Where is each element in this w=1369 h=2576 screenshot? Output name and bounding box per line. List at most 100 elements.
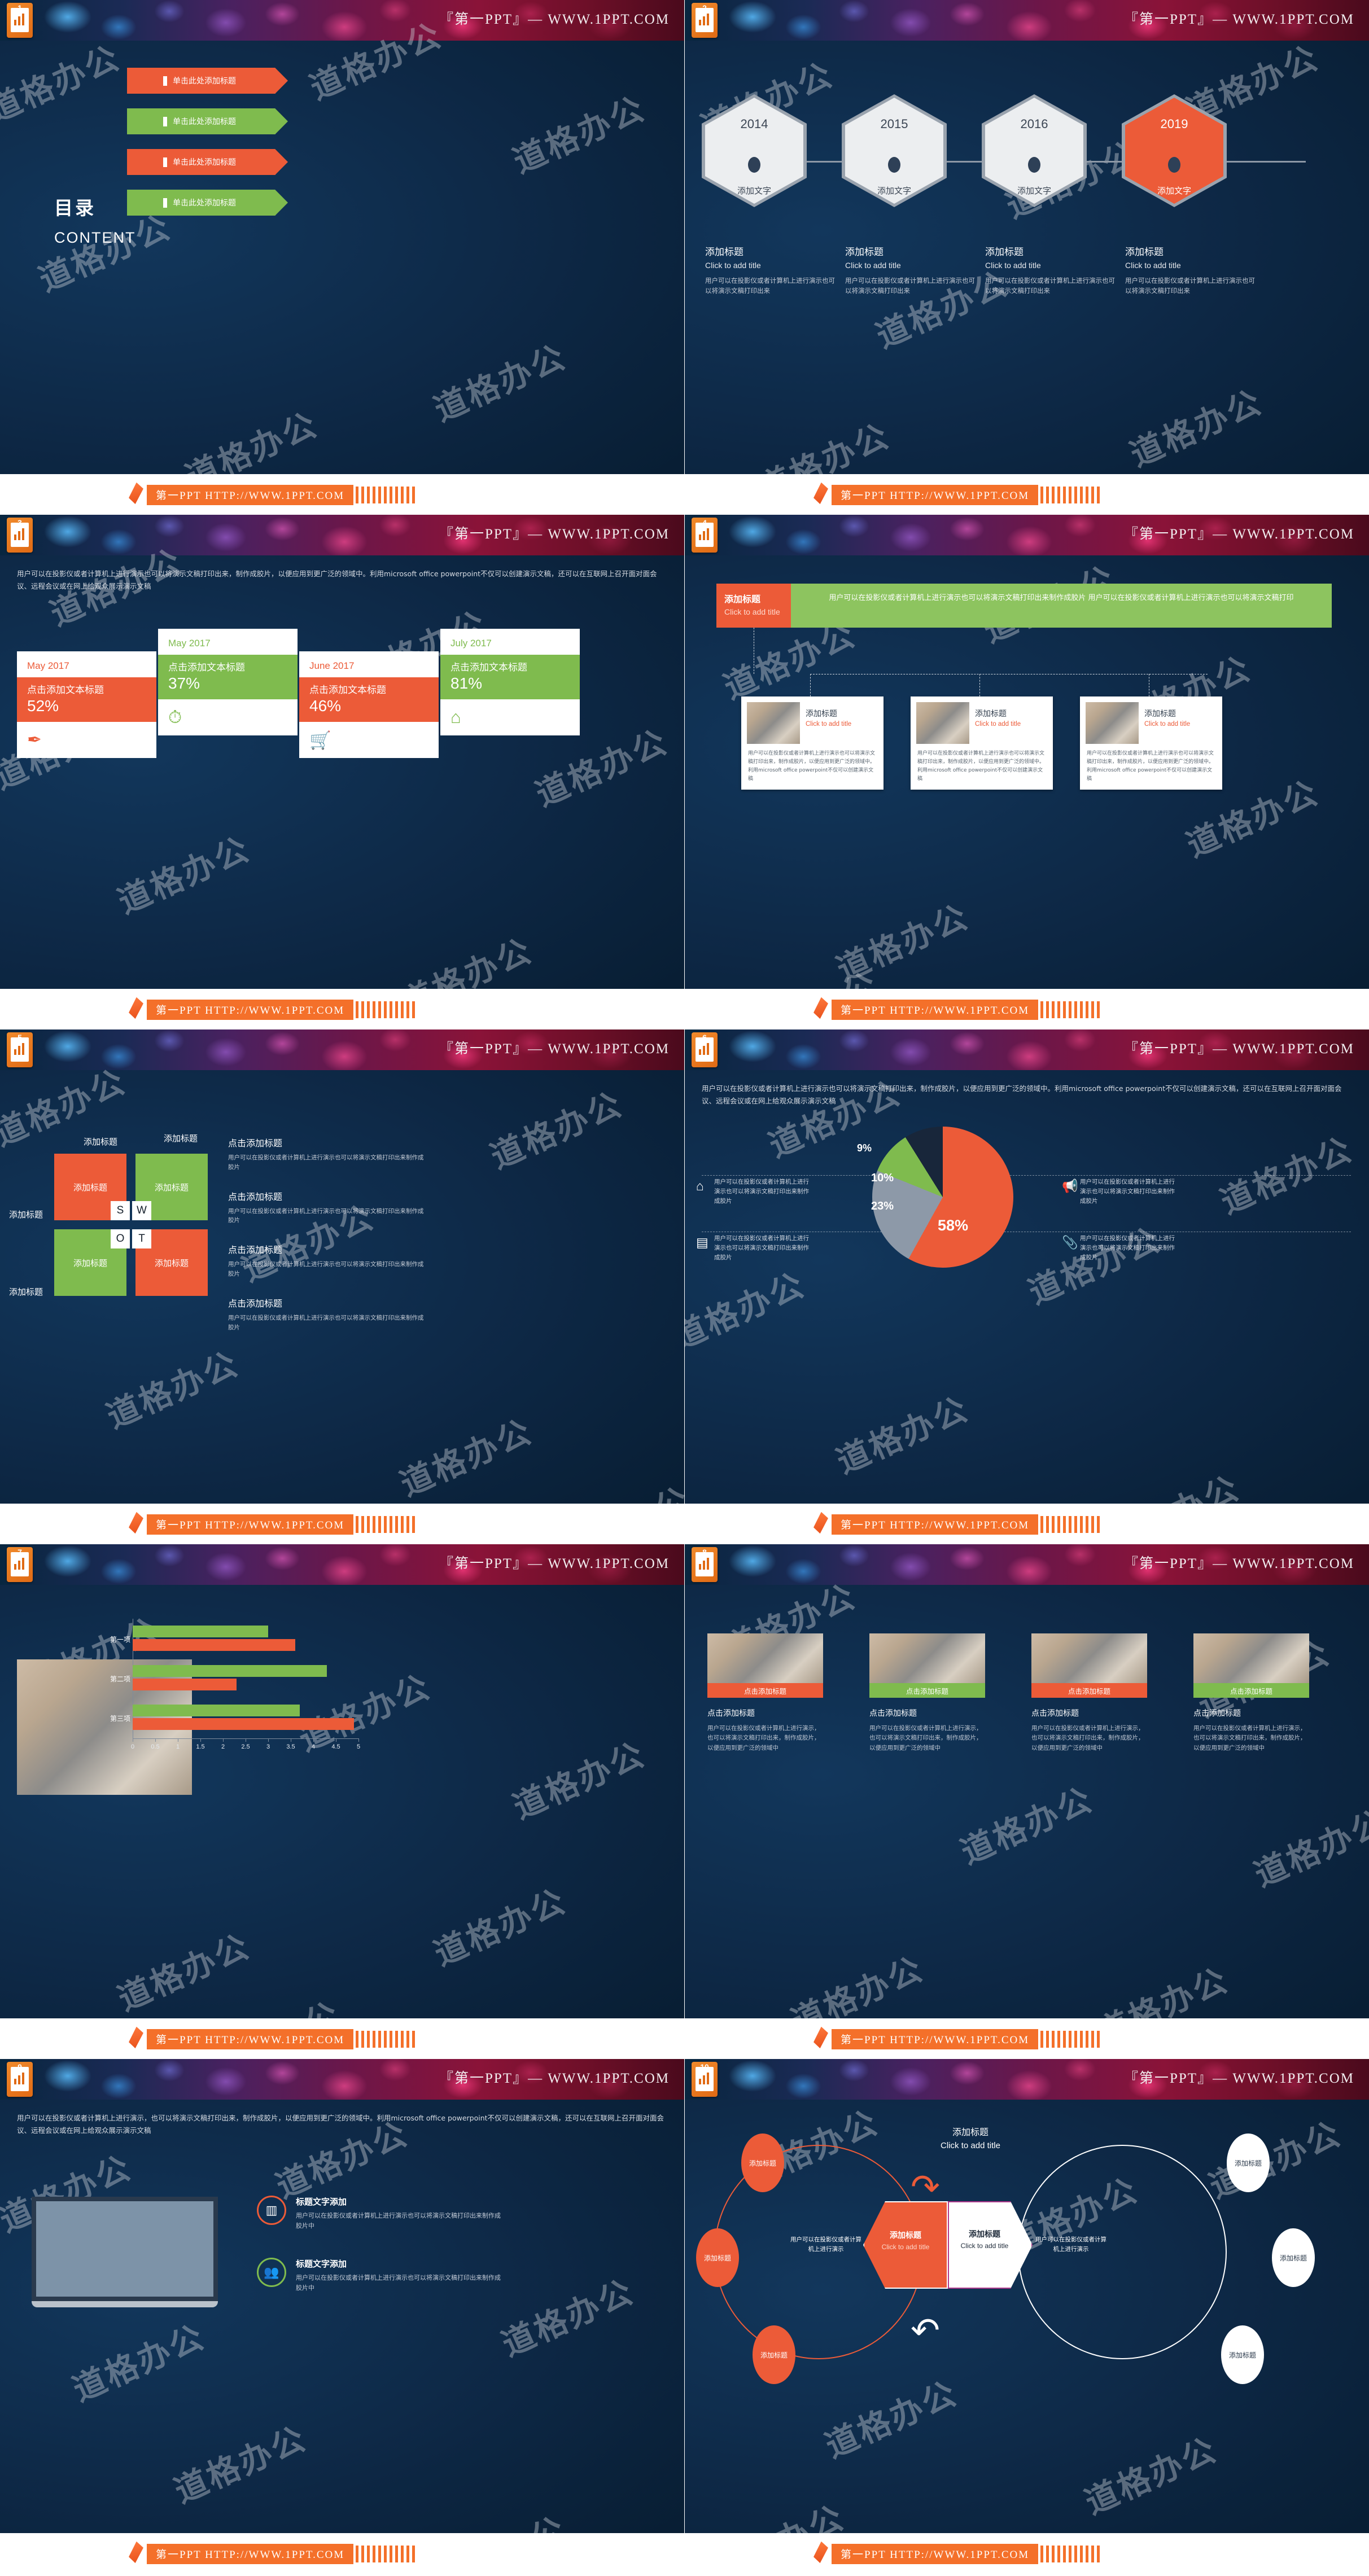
toc-item-3[interactable]: 单击此处添加标题 <box>127 149 288 175</box>
slide-7[interactable]: 『第一PPT』— WWW.1PPT.COM 7 道格办公 道格办公 道格办公 道格办公… <box>0 1544 684 2059</box>
x-tick <box>155 1738 156 1742</box>
timeline-column-4: 添加标题 Click to add title 用户可以在投影仪或者计算机上进行… <box>1125 244 1255 296</box>
photo-card-1[interactable]: 点击添加标题 点击添加标题 用户可以在投影仪或者计算机上进行演示，也可以将演示文… <box>707 1633 823 1753</box>
column-subtitle: Click to add title <box>1125 261 1181 270</box>
swot-list-item-1[interactable]: 点击添加标题 用户可以在投影仪或者计算机上进行演示也可以将演示文稿打印出来制作成… <box>228 1136 426 1172</box>
footer-url[interactable]: 第一PPT HTTP://WWW.1PPT.COM <box>147 1514 354 1535</box>
toc-item-4[interactable]: 单击此处添加标题 <box>127 190 288 216</box>
list-body: 用户可以在投影仪或者计算机上进行演示也可以将演示文稿打印出来制作成胶片 <box>228 1207 424 1224</box>
footer-url[interactable]: 第一PPT HTTP://WWW.1PPT.COM <box>832 2029 1039 2049</box>
timeline-hex-1[interactable]: 2014 添加文字 <box>702 94 807 207</box>
slide-10[interactable]: 『第一PPT』— WWW.1PPT.COM 10 道格办公 道格办公 道格办公 道格办… <box>685 2059 1369 2574</box>
x-tick-label: 2 <box>221 1743 225 1750</box>
photo-card-2[interactable]: 点击添加标题 点击添加标题 用户可以在投影仪或者计算机上进行演示，也可以将演示文… <box>869 1633 985 1753</box>
column-subtitle: Click to add title <box>985 261 1041 270</box>
slide-9[interactable]: 『第一PPT』— WWW.1PPT.COM 9 道格办公 道格办公 道格办公 道格办公… <box>0 2059 684 2574</box>
swot-list-item-2[interactable]: 点击添加标题 用户可以在投影仪或者计算机上进行演示也可以将演示文稿打印出来制作成… <box>228 1189 426 1226</box>
toc-heading: 目录 CONTENT <box>54 193 136 247</box>
left-oval-3[interactable]: 添加标题 <box>753 2325 795 2384</box>
footer-stripes <box>356 1516 418 1533</box>
ppt-file-icon: 5 <box>7 1032 33 1067</box>
feature-item-2[interactable]: 👥 标题文字添加 用户可以在投影仪或者计算机上进行演示也可以将演示文稿打印出来制… <box>257 2258 505 2293</box>
slide-5[interactable]: 『第一PPT』— WWW.1PPT.COM 5 道格办公 道格办公 道格办公 道格办公… <box>0 1029 684 1544</box>
slide-intro-text: 用户可以在投影仪或者计算机上进行演示也可以将演示文稿打印出来，制作成胶片，以便应… <box>17 569 657 590</box>
list-body: 用户可以在投影仪或者计算机上进行演示也可以将演示文稿打印出来制作成胶片 <box>228 1261 424 1277</box>
footer-url[interactable]: 第一PPT HTTP://WWW.1PPT.COM <box>832 2544 1039 2564</box>
footer-url[interactable]: 第一PPT HTTP://WWW.1PPT.COM <box>832 1514 1039 1535</box>
bar-category-label: 第一项 <box>110 1636 130 1644</box>
photo-card-3[interactable]: 点击添加标题 点击添加标题 用户可以在投影仪或者计算机上进行演示，也可以将演示文… <box>1031 1633 1147 1753</box>
org-node-2[interactable]: 添加标题 Click to add title 用户可以在投影仪或者计算机上进行… <box>911 696 1053 790</box>
stat-card-4[interactable]: July 2017 点击添加文本标题 81% ⌂ <box>440 629 580 735</box>
feature-body: 用户可以在投影仪或者计算机上进行演示也可以将演示文稿打印出来制作成胶片中 <box>296 2274 501 2292</box>
right-oval-3[interactable]: 添加标题 <box>1221 2325 1264 2384</box>
slide-body: 道格办公道格办公道格办公道格办公道格办公道格办公 添加标题 Click to a… <box>685 555 1369 1029</box>
card-percent: 81% <box>450 674 483 692</box>
footer-stripes <box>1040 487 1103 503</box>
right-oval-2[interactable]: 添加标题 <box>1272 2228 1315 2287</box>
watermark: 道格办公 <box>955 1780 1099 1872</box>
slide-4[interactable]: 『第一PPT』— WWW.1PPT.COM 4 道格办公 道格办公 道格办公 道格办公… <box>685 515 1369 1029</box>
org-node-3[interactable]: 添加标题 Click to add title 用户可以在投影仪或者计算机上进行… <box>1080 696 1222 790</box>
ppt-file-icon: 3 <box>7 518 33 553</box>
footer-url[interactable]: 第一PPT HTTP://WWW.1PPT.COM <box>147 2029 354 2049</box>
left-side-text: 用户可以在投影仪或者计算机上进行演示 <box>790 2236 861 2253</box>
feature-title: 标题文字添加 <box>296 2197 347 2207</box>
card-body: 用户可以在投影仪或者计算机上进行演示，也可以将演示文稿打印出来，制作成胶片，以便… <box>707 1725 820 1751</box>
timeline-hex-2[interactable]: 2015 添加文字 <box>842 94 947 207</box>
pencil-icon <box>812 1511 829 1535</box>
photo-card-4[interactable]: 点击添加标题 点击添加标题 用户可以在投影仪或者计算机上进行演示，也可以将演示文… <box>1193 1633 1309 1753</box>
toc-item-2[interactable]: 单击此处添加标题 <box>127 108 288 134</box>
watermark: 道格办公 <box>1203 2114 1348 2206</box>
banner-title: 『第一PPT』— WWW.1PPT.COM <box>1123 527 1354 542</box>
bar-第三项-series2 <box>133 1718 354 1730</box>
bullet-icon <box>163 116 167 126</box>
footer-url[interactable]: 第一PPT HTTP://WWW.1PPT.COM <box>147 2544 354 2564</box>
x-tick-label: 3 <box>266 1743 270 1750</box>
cycle-title: 添加标题 <box>952 2127 989 2137</box>
left-oval-1[interactable]: 添加标题 <box>741 2133 784 2192</box>
slide-2[interactable]: 『第一PPT』— WWW.1PPT.COM 2 道格办公 道格办公 道格办公 道格办公… <box>685 0 1369 515</box>
side-icon-2: ▤ <box>696 1235 708 1250</box>
timeline-hex-3[interactable]: 2016 添加文字 <box>982 94 1087 207</box>
swot-top-label-1: 添加标题 <box>84 1137 118 1147</box>
left-oval-2[interactable]: 添加标题 <box>696 2228 739 2287</box>
list-body: 用户可以在投影仪或者计算机上进行演示也可以将演示文稿打印出来制作成胶片 <box>228 1314 424 1331</box>
footer-url[interactable]: 第一PPT HTTP://WWW.1PPT.COM <box>832 485 1039 505</box>
x-tick-label: 2.5 <box>241 1743 250 1750</box>
right-oval-1[interactable]: 添加标题 <box>1227 2133 1270 2192</box>
timeline-column-3: 添加标题 Click to add title 用户可以在投影仪或者计算机上进行… <box>985 244 1115 296</box>
toc-item-label: 单击此处添加标题 <box>173 157 236 167</box>
slide-body: 道格办公道格办公道格办公道格办公道格办公道格办公 用户可以在投影仪或者计算机上进… <box>685 1070 1369 1544</box>
stat-card-2[interactable]: May 2017 点击添加文本标题 37% ⏱ <box>158 629 298 735</box>
feature-item-1[interactable]: ▥ 标题文字添加 用户可以在投影仪或者计算机上进行演示也可以将演示文稿打印出来制… <box>257 2196 505 2231</box>
footer-url[interactable]: 第一PPT HTTP://WWW.1PPT.COM <box>147 485 354 505</box>
ppt-file-icon: 10 <box>692 2062 718 2097</box>
cycle-header: 添加标题 Click to add title <box>886 2124 1055 2150</box>
laptop-mockup <box>32 2197 218 2307</box>
org-header[interactable]: 添加标题 Click to add title 用户可以在投影仪或者计算机上进行… <box>716 584 1332 628</box>
feature-icon: 👥 <box>257 2258 286 2287</box>
stat-card-3[interactable]: June 2017 点击添加文本标题 46% 🛒 <box>299 651 439 758</box>
footer-bar: 第一PPT HTTP://WWW.1PPT.COM <box>0 1504 684 1547</box>
org-node-1[interactable]: 添加标题 Click to add title 用户可以在投影仪或者计算机上进行… <box>741 696 883 790</box>
node-title: 添加标题 <box>975 709 1007 719</box>
slide-6[interactable]: 『第一PPT』— WWW.1PPT.COM 6 道格办公 道格办公 道格办公 道格办公… <box>685 1029 1369 1544</box>
header-title: 添加标题 <box>724 594 761 604</box>
swot-list-item-4[interactable]: 点击添加标题 用户可以在投影仪或者计算机上进行演示也可以将演示文稿打印出来制作成… <box>228 1296 426 1333</box>
timeline-hex-row: 2014 添加文字 2015 添加文字 2016 添加文字 2019 添加文字 <box>702 94 1351 207</box>
footer-url[interactable]: 第一PPT HTTP://WWW.1PPT.COM <box>147 1000 354 1020</box>
slide-1[interactable]: 『第一PPT』— WWW.1PPT.COM 1 道格办公 道格办公 道格办公 道格办公… <box>0 0 684 515</box>
slide-3[interactable]: 『第一PPT』— WWW.1PPT.COM 3 道格办公 道格办公 道格办公 道格办公… <box>0 515 684 1029</box>
slide-8[interactable]: 『第一PPT』— WWW.1PPT.COM 8 道格办公 道格办公 道格办公 道格办公… <box>685 1544 1369 2059</box>
timeline-hex-4[interactable]: 2019 添加文字 <box>1122 94 1227 207</box>
toc-item-1[interactable]: 单击此处添加标题 <box>127 68 288 94</box>
hex-dot-icon <box>746 155 762 174</box>
footer-url[interactable]: 第一PPT HTTP://WWW.1PPT.COM <box>832 1000 1039 1020</box>
swot-list-item-3[interactable]: 点击添加标题 用户可以在投影仪或者计算机上进行演示也可以将演示文稿打印出来制作成… <box>228 1242 426 1279</box>
hex-dot-icon <box>886 155 902 174</box>
card-icon: ⌂ <box>450 707 461 727</box>
stat-card-1[interactable]: May 2017 点击添加文本标题 52% ✒ <box>17 651 156 758</box>
bullet-icon <box>163 157 167 167</box>
slide-intro-text: 用户可以在投影仪或者计算机上进行演示，也可以将演示文稿打印出来，制作成胶片，以便… <box>17 2114 664 2135</box>
